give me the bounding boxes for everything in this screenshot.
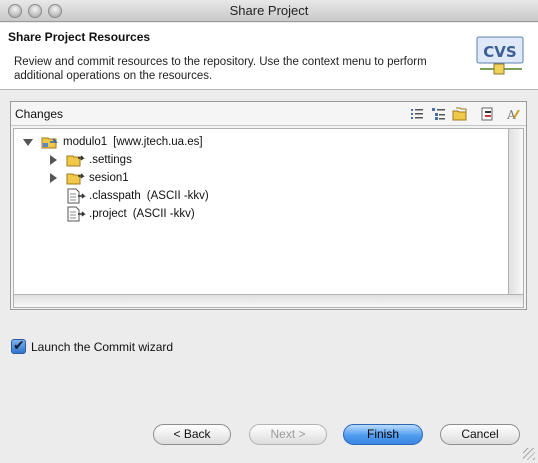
- window-title: Share Project: [229, 3, 309, 18]
- changes-title: Changes: [15, 107, 64, 121]
- tree-item-label: .settings: [89, 153, 132, 166]
- cvs-logo-text: CVS: [483, 43, 516, 61]
- tree-item-meta: (ASCII -kkv): [146, 189, 209, 202]
- tree-item-label: .project: [89, 207, 127, 220]
- cancel-button[interactable]: Cancel: [440, 424, 520, 445]
- launch-commit-checkbox[interactable]: [11, 337, 26, 354]
- tree-item-label: modulo1: [63, 135, 108, 148]
- finish-button[interactable]: Finish: [343, 424, 423, 445]
- tree-item-modulo1[interactable]: modulo1 [www.jtech.ua.es]: [22, 133, 203, 150]
- tree-item-settings[interactable]: .settings: [48, 151, 132, 168]
- flat-mode-icon[interactable]: [409, 106, 425, 122]
- tree-item-project[interactable]: .project (ASCII -kkv): [66, 205, 195, 222]
- collapsed-arrow-icon[interactable]: [48, 172, 60, 184]
- tree-mode-icon[interactable]: [431, 106, 447, 122]
- changes-panel-header: Changes A: [11, 102, 526, 126]
- tree-item-label: sesion1: [89, 171, 129, 184]
- vertical-scrollbar[interactable]: [509, 128, 524, 295]
- share-project-dialog: Share Project Share Project Resources Re…: [0, 0, 538, 463]
- folder-outgoing-icon: [66, 154, 85, 166]
- title-bar: Share Project: [0, 0, 538, 22]
- page-title: Share Project Resources: [8, 30, 151, 44]
- svg-text:A: A: [506, 108, 516, 122]
- launch-commit-label: Launch the Commit wizard: [31, 339, 174, 354]
- tree-item-meta: (ASCII -kkv): [132, 207, 195, 220]
- expanded-arrow-icon[interactable]: [22, 136, 34, 148]
- changes-panel: Changes A modulo1 [www.jtech.ua.es] .set…: [10, 101, 527, 310]
- tree-item-meta: [www.jtech.ua.es]: [113, 135, 203, 148]
- compressed-folders-icon[interactable]: [452, 106, 468, 122]
- wizard-header: Share Project Resources Review and commi…: [0, 23, 538, 90]
- collapse-all-icon[interactable]: [480, 106, 496, 122]
- cvs-logo-icon: CVS: [476, 36, 524, 75]
- tree-item-sesion1[interactable]: sesion1: [48, 169, 129, 186]
- back-button[interactable]: < Back: [153, 424, 231, 445]
- file-outgoing-icon: [67, 188, 86, 203]
- collapsed-arrow-icon[interactable]: [48, 154, 60, 166]
- horizontal-scrollbar[interactable]: [13, 295, 524, 308]
- next-button[interactable]: Next >: [249, 424, 327, 445]
- project-icon: [41, 137, 58, 148]
- folder-outgoing-icon: [66, 172, 85, 184]
- changes-tree[interactable]: modulo1 [www.jtech.ua.es] .settings sesi…: [13, 128, 509, 295]
- tree-item-classpath[interactable]: .classpath (ASCII -kkv): [66, 187, 209, 204]
- tree-item-label: .classpath: [89, 189, 141, 202]
- resize-grip[interactable]: [523, 448, 535, 460]
- launch-commit-option[interactable]: Launch the Commit wizard: [11, 337, 174, 354]
- file-outgoing-icon: [67, 206, 86, 221]
- show-comments-icon[interactable]: A: [505, 106, 521, 122]
- page-description: Review and commit resources to the repos…: [14, 56, 427, 82]
